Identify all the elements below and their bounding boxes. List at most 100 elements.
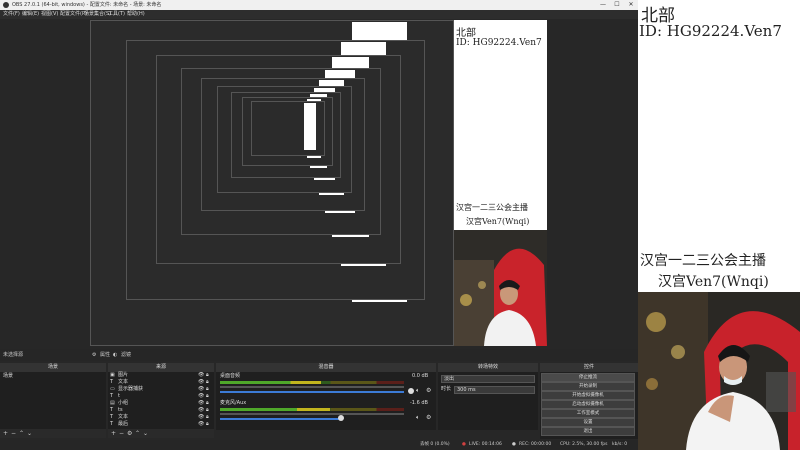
sources-list[interactable]: ▣ 图片 👁︎ 🔒︎ T 文本 👁︎ 🔒︎ ▭ 显示器捕获 👁︎ 🔒︎ Tt 👁︎ 🔒︎ ▤ 小组 👁︎ 🔒︎ Tts… xyxy=(108,372,214,430)
properties-button[interactable]: 属性 xyxy=(100,349,110,361)
start-recording-button[interactable]: 开始录制 xyxy=(541,382,635,391)
scene-up-button[interactable]: ⌃ xyxy=(19,429,24,438)
image-icon: ▣ xyxy=(110,372,115,378)
source-item[interactable]: T 文本 👁︎ 🔒︎ xyxy=(110,414,212,421)
mixer-channel-name: 桌面音频 xyxy=(220,373,241,379)
bitrate: kb/s: 0 xyxy=(612,442,628,447)
visibility-icon[interactable]: 👁︎ xyxy=(198,393,204,400)
exit-button[interactable]: 退出 xyxy=(541,427,635,436)
monitor-icon: ▭ xyxy=(110,386,115,392)
add-source-button[interactable]: + xyxy=(111,429,116,438)
title-bar: OBS 27.0.1 (64-bit, windows) - 配置文件: 未命名… xyxy=(0,0,638,10)
virtual-camera-button[interactable]: 启动虚拟摄像机 xyxy=(541,400,635,409)
text-icon: T xyxy=(110,407,114,413)
source-item[interactable]: Tt 👁︎ 🔒︎ xyxy=(110,393,212,400)
source-item[interactable]: ▤ 小组 👁︎ 🔒︎ xyxy=(110,400,212,407)
lock-icon[interactable]: 🔒︎ xyxy=(206,400,209,407)
transition-select[interactable]: 淡出 xyxy=(441,375,535,383)
close-button[interactable]: ✕ xyxy=(624,0,638,10)
visibility-icon[interactable]: 👁︎ xyxy=(198,379,204,386)
preview-region-text: 北部 xyxy=(456,28,476,39)
source-item-label: 最后 xyxy=(118,421,129,427)
text-icon: T xyxy=(110,393,114,399)
mixer-volume-handle[interactable] xyxy=(408,388,414,394)
gear-icon[interactable]: ⚙ xyxy=(426,387,431,394)
mixer-channel-name: 麦克风/Aux xyxy=(220,400,247,406)
source-item[interactable]: ▣ 图片 👁︎ 🔒︎ xyxy=(110,372,212,379)
scene-down-button[interactable]: ⌄ xyxy=(27,429,32,438)
stop-streaming-button[interactable]: 停止推流 xyxy=(541,373,635,382)
lock-icon[interactable]: 🔒︎ xyxy=(206,386,209,393)
filters-button[interactable]: 滤镜 xyxy=(121,349,131,361)
live-time: LIVE: 00:14:06 xyxy=(469,442,502,447)
gear-icon[interactable]: ⚙ xyxy=(92,349,96,361)
preview-canvas[interactable]: 北部 ID: HG92224.Ven7 汉宫一二三公会主播 汉宫Ven7(Wnq… xyxy=(90,20,547,346)
lock-icon[interactable]: 🔒︎ xyxy=(206,372,209,379)
remove-source-button[interactable]: − xyxy=(119,429,124,438)
obs-window: OBS 27.0.1 (64-bit, windows) - 配置文件: 未命名… xyxy=(0,0,638,450)
menu-edit[interactable]: 编辑(E) xyxy=(22,10,39,19)
preview-overlay-card: 北部 ID: HG92224.Ven7 汉宫一二三公会主播 汉宫Ven7(Wnq… xyxy=(454,20,547,346)
lock-icon[interactable]: 🔒︎ xyxy=(206,414,209,421)
transitions-dock-header: 转场特效 xyxy=(438,363,538,372)
settings-button[interactable]: 设置 xyxy=(541,418,635,427)
id-text: ID: HG92224.Ven7 xyxy=(639,22,782,40)
mixer-channel-db: -1.6 dB xyxy=(410,400,428,406)
minimize-button[interactable]: — xyxy=(596,0,610,10)
lock-icon[interactable]: 🔒︎ xyxy=(206,379,209,386)
source-settings-button[interactable]: ⚙ xyxy=(127,429,132,438)
remove-scene-button[interactable]: − xyxy=(11,429,16,438)
lock-icon[interactable]: 🔒︎ xyxy=(206,421,209,428)
maximize-button[interactable]: ☐ xyxy=(610,0,624,10)
speaker-icon[interactable]: 🔈︎ xyxy=(416,414,420,422)
source-item[interactable]: Tts 👁︎ 🔒︎ xyxy=(110,407,212,414)
camera-photo xyxy=(638,292,800,450)
source-item[interactable]: T 最后 👁︎ 🔒︎ xyxy=(110,421,212,428)
visibility-icon[interactable]: 👁︎ xyxy=(198,400,204,407)
source-down-button[interactable]: ⌄ xyxy=(143,429,148,438)
source-toolbar: 未选择源 ⚙ 属性 ◐ 滤镜 xyxy=(0,349,638,361)
text-icon: T xyxy=(110,414,114,420)
source-item-label: 小组 xyxy=(118,400,129,406)
duration-label: 时长 xyxy=(441,386,452,392)
source-item-label: 文本 xyxy=(118,414,129,420)
mixer-dock-header: 混音器 xyxy=(216,363,436,372)
menu-profile[interactable]: 配置文件(P) xyxy=(60,10,87,19)
visibility-icon[interactable]: 👁︎ xyxy=(198,421,204,428)
scenes-dock-header: 场景 xyxy=(0,363,106,372)
menu-file[interactable]: 文件(F) xyxy=(3,10,20,19)
visibility-icon[interactable]: 👁︎ xyxy=(198,414,204,421)
guild-text: 汉宫一二三公会主播 xyxy=(640,253,766,269)
source-item-label: 显示器捕获 xyxy=(118,386,144,392)
text-icon: T xyxy=(110,421,114,427)
preview-camera-photo xyxy=(454,230,547,346)
mixer-volume-slider[interactable] xyxy=(220,418,340,420)
source-item[interactable]: T 文本 👁︎ 🔒︎ xyxy=(110,379,212,386)
menu-view[interactable]: 视图(V) xyxy=(41,10,58,19)
source-item[interactable]: ▭ 显示器捕获 👁︎ 🔒︎ xyxy=(110,386,212,393)
scenes-list[interactable]: 场景 xyxy=(0,372,106,430)
visibility-icon[interactable]: 👁︎ xyxy=(198,372,204,379)
studio-mode-button[interactable]: 工作室模式 xyxy=(541,409,635,418)
live-indicator-icon: ● xyxy=(462,442,466,447)
add-scene-button[interactable]: + xyxy=(3,429,8,438)
transitions-panel: 淡出 时长 300 ms xyxy=(438,372,538,430)
menu-tools[interactable]: 工具(T) xyxy=(108,10,125,19)
visibility-icon[interactable]: 👁︎ xyxy=(198,386,204,393)
speaker-icon[interactable]: 🔈︎ xyxy=(416,387,420,395)
scene-item[interactable]: 场景 xyxy=(3,373,103,380)
source-item-label: 图片 xyxy=(118,372,129,378)
source-up-button[interactable]: ⌃ xyxy=(135,429,140,438)
visibility-icon[interactable]: 👁︎ xyxy=(198,407,204,414)
menu-bar: 文件(F) 编辑(E) 视图(V) 配置文件(P) 场景集合(S) 工具(T) … xyxy=(0,10,638,19)
lock-icon[interactable]: 🔒︎ xyxy=(206,407,209,414)
gear-icon[interactable]: ⚙ xyxy=(426,414,431,421)
mixer-volume-slider[interactable] xyxy=(220,391,404,393)
lock-icon[interactable]: 🔒︎ xyxy=(206,393,209,400)
filter-icon[interactable]: ◐ xyxy=(113,349,117,361)
menu-help[interactable]: 帮助(H) xyxy=(127,10,145,19)
duration-input[interactable]: 300 ms xyxy=(454,386,535,394)
preview-name-text: 汉宫Ven7(Wnqi) xyxy=(466,217,530,226)
start-virtual-camera-button[interactable]: 开始虚拟摄像机 xyxy=(541,391,635,400)
mixer-volume-handle[interactable] xyxy=(338,415,344,421)
